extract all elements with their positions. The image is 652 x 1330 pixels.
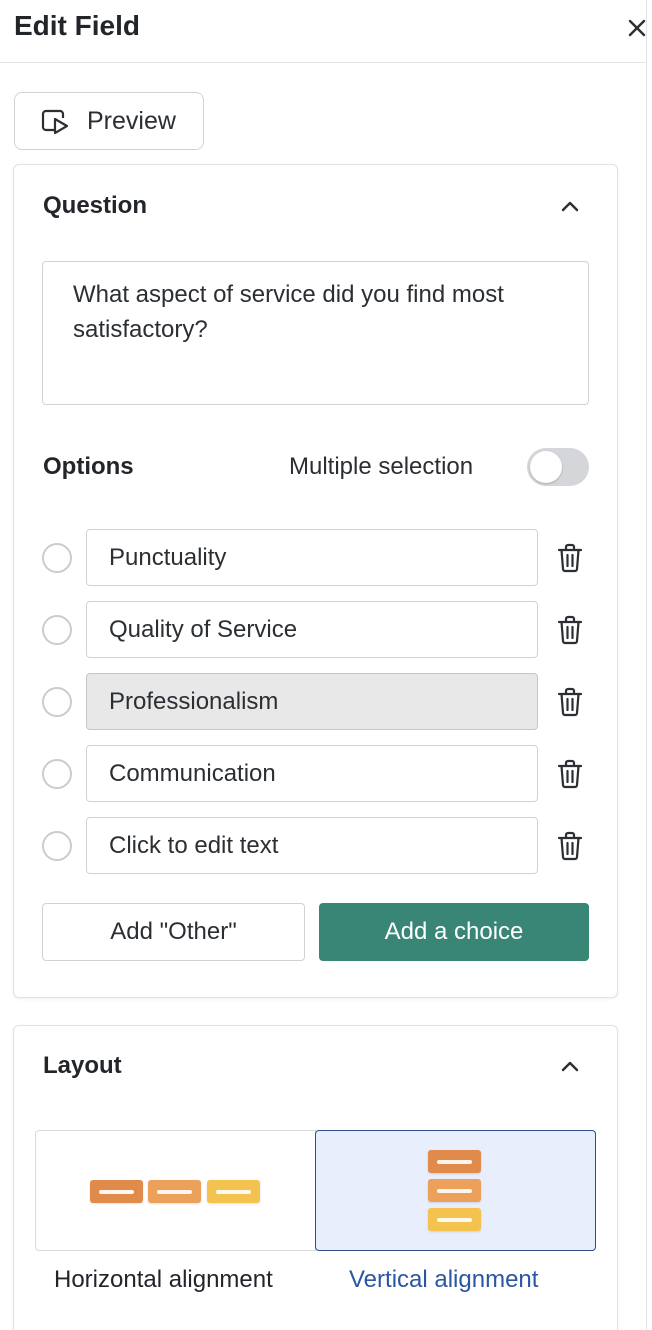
vertical-bar-icon — [428, 1208, 481, 1231]
vertical-alignment-label[interactable]: Vertical alignment — [349, 1266, 538, 1294]
trash-icon[interactable] — [555, 614, 585, 646]
vertical-bar-icon — [428, 1150, 481, 1173]
option-radio[interactable] — [42, 759, 72, 789]
vertical-alignment-option[interactable] — [315, 1130, 596, 1251]
option-row: Quality of Service — [14, 601, 617, 659]
vertical-bar-icon — [428, 1179, 481, 1202]
option-input[interactable]: Professionalism — [86, 673, 538, 730]
horizontal-bar-icon — [90, 1180, 143, 1203]
trash-icon[interactable] — [555, 830, 585, 862]
panel-header: Edit Field — [0, 0, 646, 63]
option-row: Communication — [14, 745, 617, 803]
horizontal-bar-icon — [148, 1180, 201, 1203]
layout-card: Layout Horizontal alignment Vertical ali… — [13, 1025, 618, 1330]
preview-label: Preview — [87, 107, 176, 135]
toggle-knob — [530, 451, 562, 483]
option-input[interactable]: Punctuality — [86, 529, 538, 586]
option-row: Punctuality — [14, 529, 617, 587]
horizontal-bar-icon — [207, 1180, 260, 1203]
option-row: Click to edit text — [14, 817, 617, 875]
option-radio[interactable] — [42, 615, 72, 645]
option-input[interactable]: Click to edit text — [86, 817, 538, 874]
chevron-up-icon[interactable] — [558, 195, 582, 219]
horizontal-alignment-label[interactable]: Horizontal alignment — [54, 1266, 273, 1294]
panel-right-border — [646, 0, 647, 1330]
option-radio[interactable] — [42, 687, 72, 717]
options-label: Options — [43, 453, 134, 480]
multiple-selection-label: Multiple selection — [289, 453, 474, 480]
option-input[interactable]: Communication — [86, 745, 538, 802]
trash-icon[interactable] — [555, 686, 585, 718]
trash-icon[interactable] — [555, 542, 585, 574]
multiple-selection-toggle[interactable] — [527, 448, 589, 486]
add-other-button[interactable]: Add "Other" — [42, 903, 305, 961]
layout-section-title: Layout — [43, 1052, 122, 1079]
add-choice-button[interactable]: Add a choice — [319, 903, 589, 961]
chevron-up-icon[interactable] — [558, 1055, 582, 1079]
option-radio[interactable] — [42, 831, 72, 861]
preview-play-icon — [41, 109, 69, 135]
option-radio[interactable] — [42, 543, 72, 573]
option-input[interactable]: Quality of Service — [86, 601, 538, 658]
preview-button[interactable]: Preview — [14, 92, 204, 150]
trash-icon[interactable] — [555, 758, 585, 790]
question-textarea[interactable]: What aspect of service did you find most… — [42, 261, 589, 405]
question-section-title: Question — [43, 192, 148, 219]
option-row: Professionalism — [14, 673, 617, 731]
question-card: Question What aspect of service did you … — [13, 164, 618, 998]
panel-title: Edit Field — [14, 10, 140, 41]
horizontal-alignment-option[interactable] — [35, 1130, 316, 1251]
